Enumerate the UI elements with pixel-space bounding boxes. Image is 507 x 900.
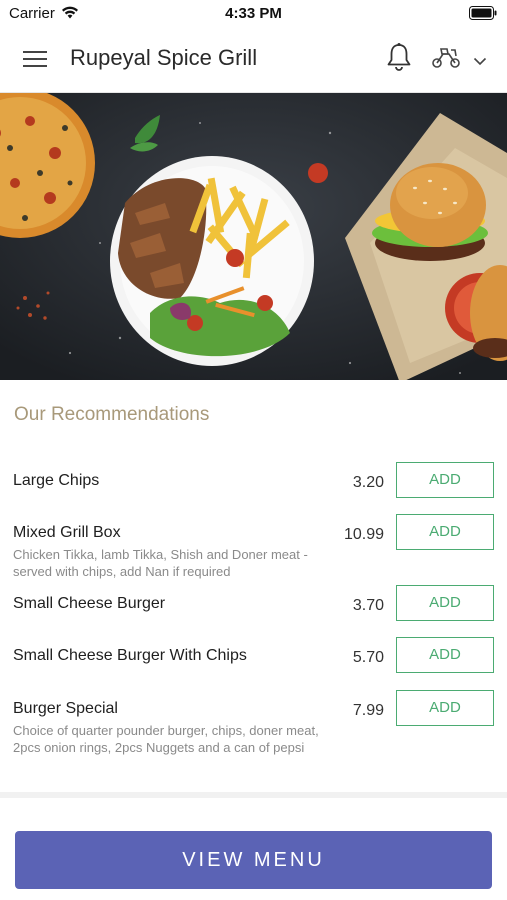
app-header: Rupeyal Spice Grill <box>0 26 507 93</box>
battery-icon <box>469 6 497 25</box>
item-description: Choice of quarter pounder burger, chips,… <box>13 723 319 755</box>
clock-time: 4:33 PM <box>225 5 282 22</box>
item-name: Mixed Grill Box <box>13 524 121 541</box>
item-name: Burger Special <box>13 700 118 717</box>
add-button[interactable]: ADD <box>396 690 494 726</box>
add-button[interactable]: ADD <box>396 585 494 621</box>
section-title: Our Recommendations <box>14 404 210 425</box>
item-price: 10.99 <box>343 526 384 543</box>
section-divider <box>0 792 507 798</box>
item-name: Small Cheese Burger <box>13 595 166 612</box>
item-price: 3.20 <box>352 474 384 491</box>
item-name: Large Chips <box>13 472 100 489</box>
item-price: 7.99 <box>352 702 384 719</box>
view-menu-button[interactable]: VIEW MENU <box>15 831 492 889</box>
item-description: Chicken Tikka, lamb Tikka, Shish and Don… <box>13 547 308 579</box>
hamburger-menu-icon[interactable] <box>23 49 47 69</box>
bell-icon[interactable] <box>386 42 412 77</box>
status-bar: Carrier 4:33 PM <box>0 0 507 26</box>
item-price: 5.70 <box>352 649 384 666</box>
item-name: Small Cheese Burger With Chips <box>13 647 247 664</box>
chevron-down-icon[interactable] <box>473 53 487 71</box>
add-button[interactable]: ADD <box>396 514 494 550</box>
item-price: 3.70 <box>352 597 384 614</box>
add-button[interactable]: ADD <box>396 637 494 673</box>
app-title: Rupeyal Spice Grill <box>70 45 258 70</box>
food-banner <box>0 93 507 380</box>
add-button[interactable]: ADD <box>396 462 494 498</box>
delivery-scooter-icon[interactable] <box>431 45 461 74</box>
